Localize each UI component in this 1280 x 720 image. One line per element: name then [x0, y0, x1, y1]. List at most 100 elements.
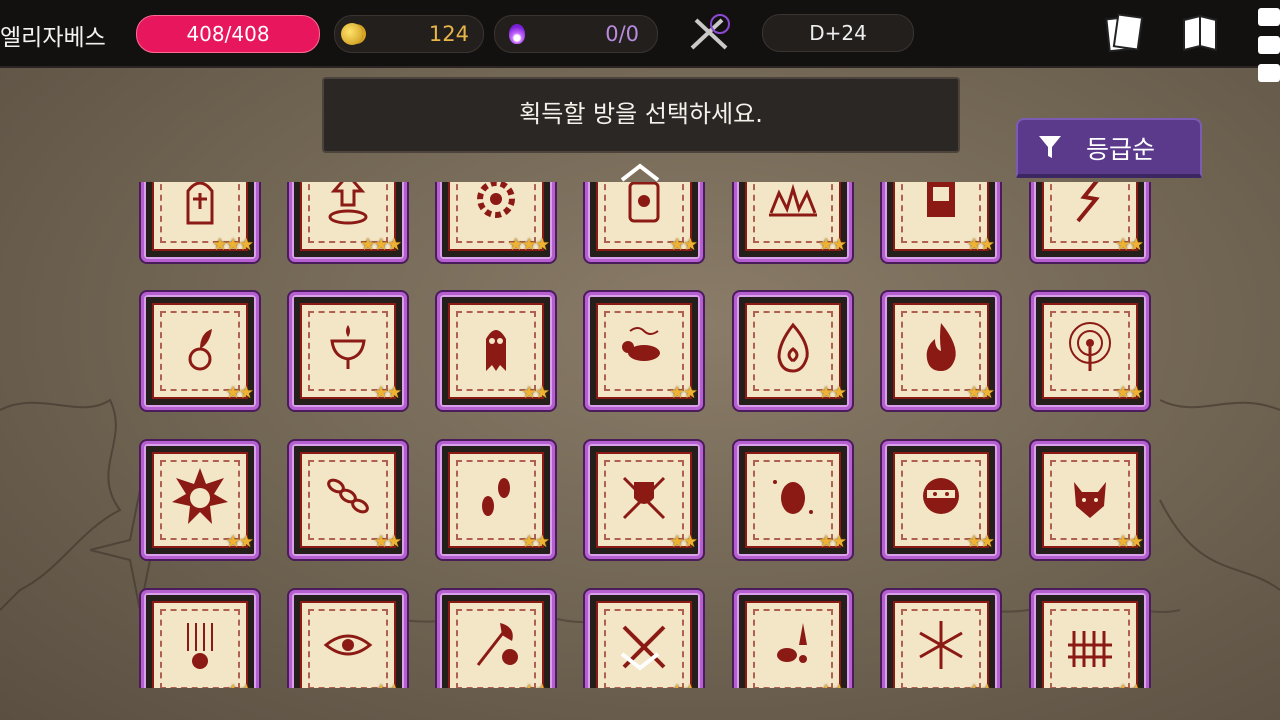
- room-card[interactable]: ★★: [437, 292, 555, 410]
- gold-counter: 124: [334, 15, 484, 53]
- room-card[interactable]: ★★: [585, 182, 703, 262]
- fire-icon: [926, 323, 956, 371]
- star-rating: ★★: [818, 383, 848, 403]
- room-card[interactable]: ★★★: [141, 182, 259, 262]
- axe-blood-icon: [476, 623, 518, 666]
- room-card[interactable]: ★★: [437, 590, 555, 688]
- soul-flame-icon: [509, 24, 525, 44]
- card-deck-icon[interactable]: [1104, 12, 1144, 54]
- star-rating: ★★: [225, 532, 255, 552]
- top-hud: 엘리자베스 408/408 124 0/0 D+24: [0, 0, 1280, 68]
- room-card[interactable]: ★★: [437, 441, 555, 559]
- wolf-head-icon: [1074, 482, 1106, 518]
- sort-by-grade-button[interactable]: 등급순: [1016, 118, 1202, 178]
- spike-trap-icon: [769, 183, 817, 217]
- star-rating: ★★: [669, 235, 699, 255]
- hp-bar: 408/408: [136, 15, 320, 53]
- room-card[interactable]: ★★: [734, 441, 852, 559]
- ninja-mask-icon: [923, 478, 959, 514]
- filter-funnel-icon: [1039, 136, 1061, 158]
- star-rating: ★★: [670, 681, 699, 688]
- soul-value: 0/0: [605, 22, 639, 46]
- blood-drop-icon: [777, 623, 807, 663]
- star-rating: ★★: [1116, 681, 1145, 688]
- star-rating: ★★: [373, 532, 403, 552]
- star-rating: ★★: [818, 235, 848, 255]
- tombstone-icon: [186, 182, 214, 225]
- star-rating: ★★: [373, 383, 403, 403]
- room-card[interactable]: ★★: [289, 590, 407, 688]
- room-card[interactable]: ★★: [734, 182, 852, 262]
- star-rating: ★★: [818, 532, 848, 552]
- star-rating: ★★: [669, 383, 699, 403]
- room-card[interactable]: ★★: [882, 292, 1000, 410]
- room-card[interactable]: ★★: [141, 590, 259, 688]
- star-rating: ★★: [521, 383, 551, 403]
- star-rating: ★★: [374, 681, 403, 688]
- room-card[interactable]: ★★: [1031, 292, 1149, 410]
- footprints-icon: [482, 478, 510, 516]
- scroll-up-chevron-icon[interactable]: [618, 162, 662, 184]
- banner-icon: [927, 182, 955, 217]
- gold-coin-icon: [341, 23, 363, 45]
- gear-icon: [477, 182, 515, 218]
- chain-icon: [327, 478, 369, 514]
- room-card[interactable]: ★★★: [437, 182, 555, 262]
- star-rating: ★★: [225, 383, 255, 403]
- room-card[interactable]: ★★: [734, 292, 852, 410]
- room-card[interactable]: ★★: [1031, 590, 1149, 688]
- room-card[interactable]: ★★: [585, 590, 703, 688]
- crossed-swords-battle-icon[interactable]: [686, 14, 732, 54]
- room-card[interactable]: ★★: [1031, 441, 1149, 559]
- map-book-icon[interactable]: [1180, 12, 1220, 54]
- room-card[interactable]: ★★: [289, 292, 407, 410]
- star-rating: ★★: [966, 383, 996, 403]
- menu-icon[interactable]: [1258, 8, 1280, 92]
- ghost-icon: [486, 330, 506, 371]
- star-rating: ★★: [1115, 383, 1145, 403]
- sort-label: 등급순: [1086, 135, 1156, 164]
- room-card[interactable]: ★★: [585, 292, 703, 410]
- star-rating: ★★: [967, 681, 996, 688]
- star-rating: ★★: [522, 681, 551, 688]
- crossed-swords-shield-icon: [622, 476, 666, 520]
- room-card[interactable]: ★★: [585, 441, 703, 559]
- room-card[interactable]: ★★: [1031, 182, 1149, 262]
- room-card[interactable]: ★★★: [289, 182, 407, 262]
- sonar-target-icon: [1069, 322, 1111, 371]
- snowflake-icon: [919, 621, 963, 669]
- room-card[interactable]: ★★: [882, 441, 1000, 559]
- scroll-down-chevron-icon[interactable]: [618, 650, 662, 672]
- poison-jar-icon: [628, 182, 660, 223]
- player-name: 엘리자베스: [0, 25, 106, 51]
- spike-fence-icon: [1068, 631, 1112, 667]
- room-card[interactable]: ★★: [734, 590, 852, 688]
- room-card[interactable]: ★★: [882, 182, 1000, 262]
- star-rating: ★★: [669, 532, 699, 552]
- falling-rain-icon: [187, 623, 213, 669]
- star-rating: ★★: [819, 681, 848, 688]
- room-card-grid: ★★★ ★★★ ★★★ ★★ ★★ ★★ ★★ ★★ ★★ ★★ ★★ ★★ ★★ ★★ ★★ ★★ ★★ ★★ ★…: [0, 182, 1280, 688]
- star-rating: ★★: [966, 532, 996, 552]
- soul-counter: 0/0: [494, 15, 658, 53]
- instruction-banner: 획득할 방을 선택하세요.: [322, 77, 960, 153]
- lightning-arrow-icon: [1076, 182, 1100, 223]
- explosion-face-icon: [172, 468, 228, 524]
- sprout-icon: [188, 329, 212, 371]
- candle-chalice-icon: [330, 325, 366, 369]
- star-rating: ★★: [966, 235, 996, 255]
- room-card[interactable]: ★★: [289, 441, 407, 559]
- up-arrow-pedestal-icon: [328, 182, 368, 225]
- room-card[interactable]: ★★: [141, 441, 259, 559]
- room-card[interactable]: ★★: [882, 590, 1000, 688]
- star-rating: ★★: [1115, 532, 1145, 552]
- star-rating: ★★: [1115, 235, 1145, 255]
- star-rating: ★★: [521, 532, 551, 552]
- star-rating: ★★★: [212, 235, 254, 255]
- room-card[interactable]: ★★: [141, 292, 259, 410]
- star-rating: ★★★: [360, 235, 402, 255]
- day-counter: D+24: [762, 14, 914, 52]
- star-rating: ★★: [226, 681, 255, 688]
- egg-icon: [773, 480, 813, 514]
- crawling-creature-icon: [622, 327, 660, 361]
